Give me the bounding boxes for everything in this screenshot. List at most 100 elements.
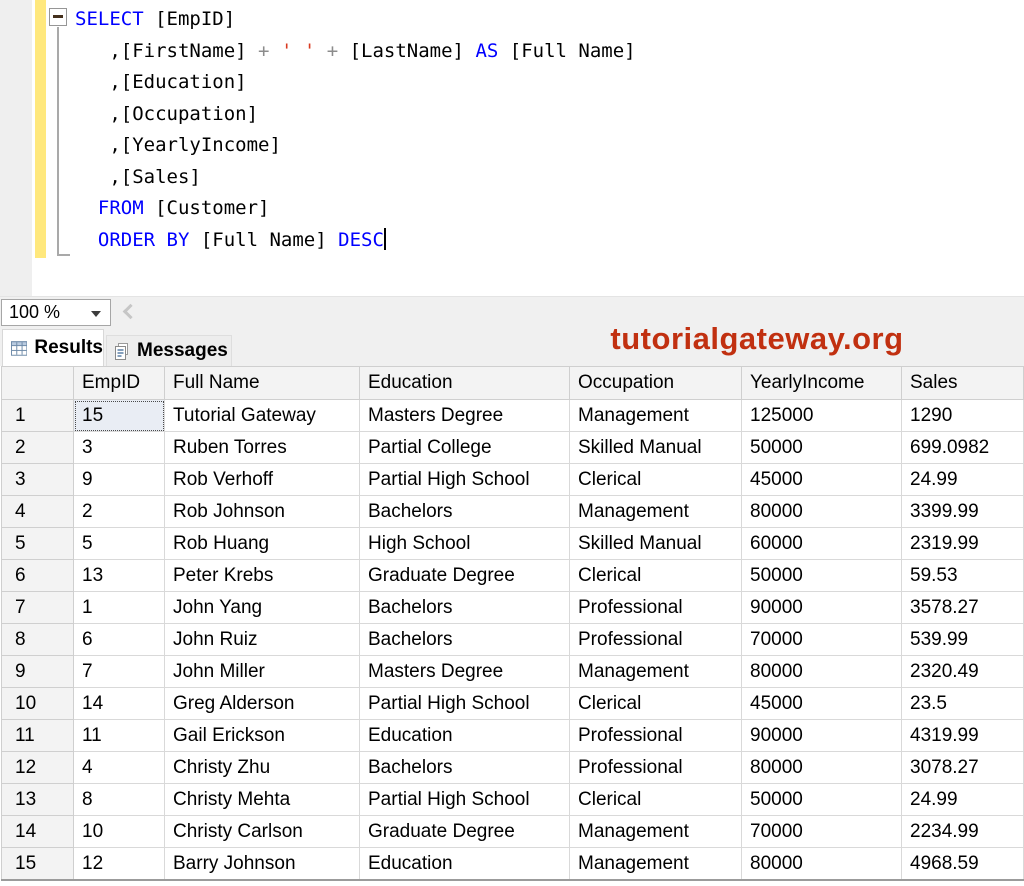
grid-cell[interactable]: 4319.99	[902, 720, 1024, 752]
grid-cell[interactable]: 3399.99	[902, 496, 1024, 528]
grid-cell[interactable]: 2320.49	[902, 656, 1024, 688]
grid-cell[interactable]: 125000	[742, 400, 902, 432]
grid-cell[interactable]: 70000	[742, 816, 902, 848]
column-header-full-name[interactable]: Full Name	[165, 367, 360, 400]
sql-code[interactable]: SELECT [EmpID] ,[FirstName] + ' ' + [Las…	[75, 4, 636, 256]
grid-cell[interactable]: 5	[74, 528, 165, 560]
row-number-cell[interactable]: 9	[2, 656, 74, 688]
grid-cell[interactable]: 2234.99	[902, 816, 1024, 848]
row-number-cell[interactable]: 5	[2, 528, 74, 560]
grid-cell[interactable]: Bachelors	[360, 752, 570, 784]
grid-cell[interactable]: 45000	[742, 464, 902, 496]
grid-cell[interactable]: 50000	[742, 432, 902, 464]
grid-cell[interactable]: Christy Zhu	[165, 752, 360, 784]
row-number-cell[interactable]: 14	[2, 816, 74, 848]
grid-cell[interactable]: 8	[74, 784, 165, 816]
grid-cell[interactable]: 80000	[742, 848, 902, 881]
grid-cell[interactable]: 1	[74, 592, 165, 624]
grid-cell[interactable]: Partial College	[360, 432, 570, 464]
grid-cell[interactable]: 45000	[742, 688, 902, 720]
grid-cell[interactable]: 23.5	[902, 688, 1024, 720]
grid-cell[interactable]: Education	[360, 848, 570, 881]
row-number-cell[interactable]: 6	[2, 560, 74, 592]
row-number-cell[interactable]: 7	[2, 592, 74, 624]
collapse-minus-icon[interactable]	[49, 8, 67, 26]
grid-cell[interactable]: Rob Huang	[165, 528, 360, 560]
grid-cell[interactable]: 1290	[902, 400, 1024, 432]
grid-cell[interactable]: Masters Degree	[360, 656, 570, 688]
row-number-cell[interactable]: 12	[2, 752, 74, 784]
grid-cell[interactable]: John Yang	[165, 592, 360, 624]
grid-cell[interactable]: Professional	[570, 592, 742, 624]
grid-cell[interactable]: Graduate Degree	[360, 816, 570, 848]
grid-cell[interactable]: Skilled Manual	[570, 528, 742, 560]
grid-cell[interactable]: Management	[570, 816, 742, 848]
row-number-cell[interactable]: 1	[2, 400, 74, 432]
grid-cell[interactable]: 699.0982	[902, 432, 1024, 464]
tab-scroll-left-button[interactable]	[121, 304, 139, 322]
grid-cell[interactable]: High School	[360, 528, 570, 560]
row-number-cell[interactable]: 15	[2, 848, 74, 881]
grid-cell[interactable]: 10	[74, 816, 165, 848]
grid-cell[interactable]: Rob Johnson	[165, 496, 360, 528]
column-header-empid[interactable]: EmpID	[74, 367, 165, 400]
row-number-cell[interactable]: 8	[2, 624, 74, 656]
grid-cell[interactable]: Gail Erickson	[165, 720, 360, 752]
grid-cell[interactable]: 60000	[742, 528, 902, 560]
grid-cell[interactable]: 70000	[742, 624, 902, 656]
grid-cell[interactable]: 90000	[742, 720, 902, 752]
grid-cell[interactable]: 80000	[742, 496, 902, 528]
grid-cell[interactable]: 80000	[742, 752, 902, 784]
grid-cell[interactable]: 11	[74, 720, 165, 752]
grid-cell[interactable]: 50000	[742, 560, 902, 592]
grid-cell[interactable]: Graduate Degree	[360, 560, 570, 592]
column-header-education[interactable]: Education	[360, 367, 570, 400]
grid-cell[interactable]: 539.99	[902, 624, 1024, 656]
grid-cell[interactable]: Christy Mehta	[165, 784, 360, 816]
grid-cell[interactable]: Christy Carlson	[165, 816, 360, 848]
grid-cell[interactable]: Clerical	[570, 688, 742, 720]
grid-cell[interactable]: 24.99	[902, 464, 1024, 496]
grid-cell[interactable]: Management	[570, 496, 742, 528]
grid-cell[interactable]: Professional	[570, 624, 742, 656]
grid-cell[interactable]: John Ruiz	[165, 624, 360, 656]
grid-cell[interactable]: 12	[74, 848, 165, 881]
column-header-yearlyincome[interactable]: YearlyIncome	[742, 367, 902, 400]
grid-cell[interactable]: Education	[360, 720, 570, 752]
grid-cell[interactable]: 4968.59	[902, 848, 1024, 881]
grid-cell[interactable]: Clerical	[570, 560, 742, 592]
grid-cell[interactable]: 6	[74, 624, 165, 656]
grid-cell[interactable]: John Miller	[165, 656, 360, 688]
grid-cell[interactable]: Skilled Manual	[570, 432, 742, 464]
grid-cell[interactable]: Clerical	[570, 464, 742, 496]
grid-cell[interactable]: Barry Johnson	[165, 848, 360, 881]
grid-cell[interactable]: Professional	[570, 752, 742, 784]
row-number-cell[interactable]: 11	[2, 720, 74, 752]
grid-cell[interactable]: Greg Alderson	[165, 688, 360, 720]
grid-cell[interactable]: 90000	[742, 592, 902, 624]
grid-cell[interactable]: Management	[570, 848, 742, 881]
grid-cell[interactable]: Partial High School	[360, 688, 570, 720]
grid-cell[interactable]: Tutorial Gateway	[165, 400, 360, 432]
grid-cell[interactable]: Peter Krebs	[165, 560, 360, 592]
grid-cell[interactable]: Management	[570, 656, 742, 688]
row-number-cell[interactable]: 2	[2, 432, 74, 464]
grid-cell[interactable]: 3078.27	[902, 752, 1024, 784]
tab-messages[interactable]: Messages	[106, 335, 232, 366]
row-number-cell[interactable]: 4	[2, 496, 74, 528]
grid-cell[interactable]: Ruben Torres	[165, 432, 360, 464]
grid-cell[interactable]: 15	[74, 400, 165, 432]
row-number-cell[interactable]: 3	[2, 464, 74, 496]
grid-cell[interactable]: 7	[74, 656, 165, 688]
sql-editor[interactable]: SELECT [EmpID] ,[FirstName] + ' ' + [Las…	[0, 0, 1024, 296]
grid-cell[interactable]: 3578.27	[902, 592, 1024, 624]
select-all-corner[interactable]	[2, 367, 74, 400]
grid-cell[interactable]: 50000	[742, 784, 902, 816]
grid-cell[interactable]: Professional	[570, 720, 742, 752]
grid-cell[interactable]: 4	[74, 752, 165, 784]
tab-results[interactable]: Results	[2, 329, 104, 366]
grid-cell[interactable]: 59.53	[902, 560, 1024, 592]
grid-cell[interactable]: Bachelors	[360, 496, 570, 528]
grid-cell[interactable]: Rob Verhoff	[165, 464, 360, 496]
grid-cell[interactable]: Clerical	[570, 784, 742, 816]
